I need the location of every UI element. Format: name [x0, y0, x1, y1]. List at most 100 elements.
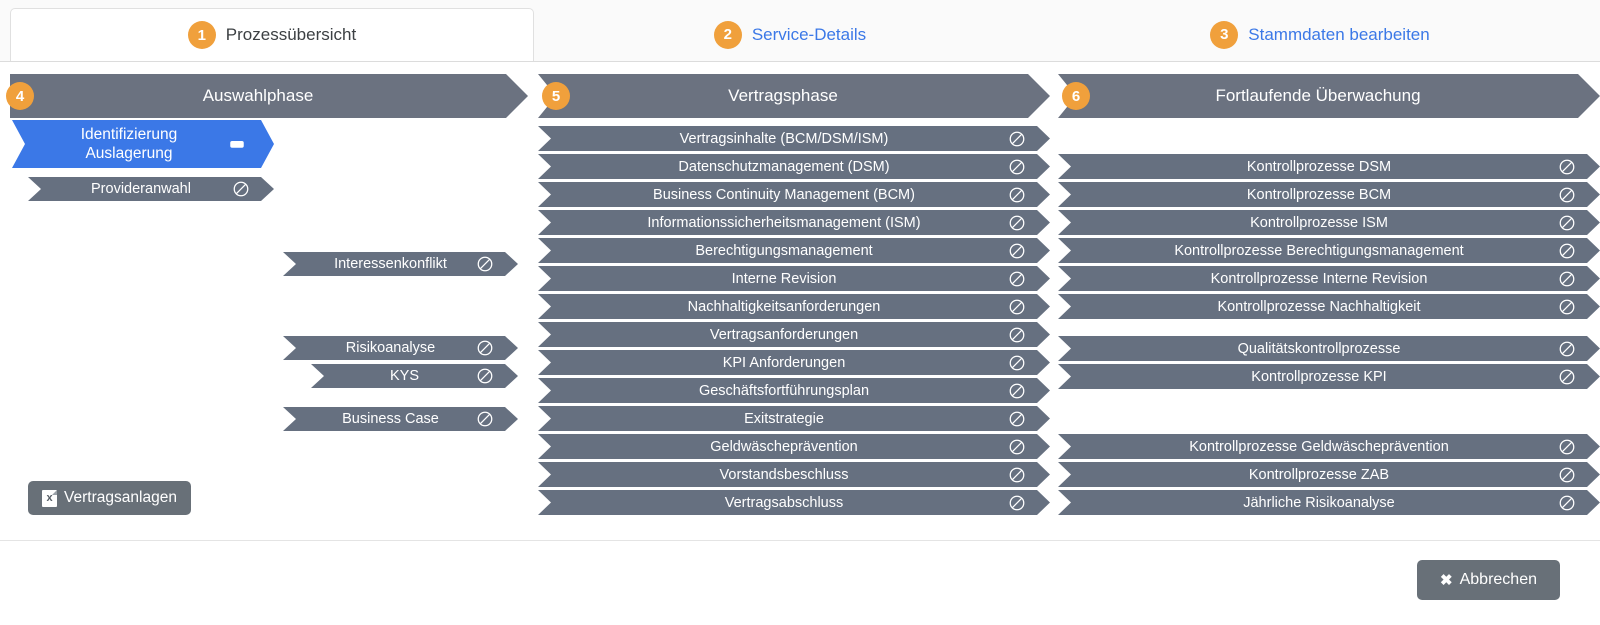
process-item-label: Interessenkonflikt	[334, 256, 447, 272]
process-item-kontrollprozesse-dsm[interactable]: Kontrollprozesse DSM	[1058, 154, 1600, 179]
phase-header-vertragsphase: Vertragsphase	[538, 74, 1050, 118]
process-item-kpi-anforderungen[interactable]: KPI Anforderungen	[538, 350, 1050, 375]
process-item-label: KPI Anforderungen	[722, 354, 846, 371]
phase-column-auswahlphase: Auswahlphase 4 Identifizierung Auslageru…	[0, 62, 530, 530]
blocked-icon	[1008, 186, 1026, 204]
process-item-risikoanalyse[interactable]: Risikoanalyse	[283, 336, 518, 360]
process-item-label: Geschäftsfortführungsplan	[698, 382, 870, 399]
blocked-icon	[1558, 494, 1576, 512]
process-item-kontrollprozesse-kpi[interactable]: Kontrollprozesse KPI	[1058, 364, 1600, 389]
tab-number-badge: 1	[187, 21, 216, 49]
phase-column-fortlaufende-ueberwachung: Fortlaufende Überwachung 6 Kontrollproze…	[1050, 62, 1600, 530]
process-item-kontrollprozesse-ism[interactable]: Kontrollprozesse ISM	[1058, 210, 1600, 235]
process-item-kontrollprozesse-nachhaltigkeit[interactable]: Kontrollprozesse Nachhaltigkeit	[1058, 294, 1600, 319]
blocked-icon	[1558, 368, 1576, 386]
process-item-label: Provideranwahl	[91, 181, 191, 197]
process-item-qualitaetskontrollprozesse[interactable]: Qualitätskontrollprozesse	[1058, 336, 1600, 361]
process-item-vertragsabschluss[interactable]: Vertragsabschluss	[538, 490, 1050, 515]
blocked-icon	[1008, 466, 1026, 484]
process-item-label: Vorstandsbeschluss	[719, 466, 849, 483]
blocked-icon	[1558, 466, 1576, 484]
process-item-identifizierung-auslagerung[interactable]: Identifizierung Auslagerung	[12, 120, 274, 168]
process-item-label: Vertragsabschluss	[724, 494, 844, 511]
process-item-vertragsinhalte-bcm-dsm-ism[interactable]: Vertragsinhalte (BCM/DSM/ISM)	[538, 126, 1050, 151]
blocked-icon	[1008, 326, 1026, 344]
process-item-label: Exitstrategie	[744, 410, 824, 427]
process-item-geschaeftsfortfuehrungsplan[interactable]: Geschäftsfortführungsplan	[538, 378, 1050, 403]
excel-file-icon	[42, 489, 58, 507]
blocked-icon	[1008, 130, 1026, 148]
blocked-icon	[1008, 270, 1026, 288]
tab-label: Stammdaten bearbeiten	[1248, 24, 1430, 44]
process-item-vertragsanforderungen[interactable]: Vertragsanforderungen	[538, 322, 1050, 347]
blocked-icon	[1008, 410, 1026, 428]
tab-number-badge: 3	[1210, 20, 1239, 49]
blocked-icon	[1008, 494, 1026, 512]
phase-header-fortlaufende-ueberwachung: Fortlaufende Überwachung	[1058, 74, 1600, 118]
process-item-geldwaeschepraevention[interactable]: Geldwäscheprävention	[538, 434, 1050, 459]
process-item-interne-revision[interactable]: Interne Revision	[538, 266, 1050, 291]
vertragsanlagen-button[interactable]: Vertragsanlagen	[28, 481, 191, 515]
process-item-label: Kontrollprozesse Interne Revision	[1210, 270, 1428, 287]
phase-column-vertragsphase: Vertragsphase 5 Vertragsinhalte (BCM/DSM…	[530, 62, 1050, 530]
blocked-icon	[1558, 298, 1576, 316]
phase-number-badge: 6	[1062, 82, 1090, 110]
process-item-business-continuity-management-bcm[interactable]: Business Continuity Management (BCM)	[538, 182, 1050, 207]
process-item-kontrollprozesse-geldwaeschepraevention[interactable]: Kontrollprozesse Geldwäscheprävention	[1058, 434, 1600, 459]
process-item-label: Kontrollprozesse DSM	[1246, 158, 1392, 175]
blocked-icon	[1558, 270, 1576, 288]
process-item-label: Geldwäscheprävention	[710, 438, 858, 455]
process-item-label: KYS	[389, 368, 419, 384]
tab-bar: 1 Prozessübersicht 2 Service-Details 3 S…	[0, 0, 1600, 62]
blocked-icon	[1558, 158, 1576, 176]
blocked-icon	[1008, 298, 1026, 316]
process-item-jaehrliche-risikoanalyse[interactable]: Jährliche Risikoanalyse	[1058, 490, 1600, 515]
process-item-informationssicherheitsmanagement-ism[interactable]: Informationssicherheitsmanagement (ISM)	[538, 210, 1050, 235]
process-item-datenschutzmanagement-dsm[interactable]: Datenschutzmanagement (DSM)	[538, 154, 1050, 179]
footer-divider	[0, 540, 1600, 541]
phase-title: Auswahlphase	[202, 86, 314, 105]
blocked-icon	[1008, 214, 1026, 232]
process-item-label: Informationssicherheitsmanagement (ISM)	[647, 214, 921, 231]
blocked-icon	[1008, 158, 1026, 176]
close-x-icon: ✖	[1440, 572, 1453, 589]
process-item-label: Jährliche Risikoanalyse	[1243, 494, 1395, 511]
process-item-label: Kontrollprozesse Nachhaltigkeit	[1217, 298, 1421, 315]
blocked-icon	[1008, 438, 1026, 456]
process-item-label: Kontrollprozesse ZAB	[1248, 466, 1390, 483]
tab-prozessuebersicht[interactable]: 1 Prozessübersicht	[10, 8, 534, 61]
process-item-exitstrategie[interactable]: Exitstrategie	[538, 406, 1050, 431]
process-item-interessenkonflikt[interactable]: Interessenkonflikt	[283, 252, 518, 276]
process-item-kontrollprozesse-interne-revision[interactable]: Kontrollprozesse Interne Revision	[1058, 266, 1600, 291]
process-item-kontrollprozesse-berechtigungsmanagement[interactable]: Kontrollprozesse Berechtigungsmanagement	[1058, 238, 1600, 263]
blocked-icon	[1558, 438, 1576, 456]
tab-label: Service-Details	[751, 24, 867, 44]
process-item-label: Vertragsanforderungen	[709, 326, 859, 343]
process-item-business-case[interactable]: Business Case	[283, 407, 518, 431]
process-item-label: Kontrollprozesse ISM	[1250, 214, 1388, 231]
cancel-button[interactable]: ✖ Abbrechen	[1417, 560, 1560, 600]
process-item-kontrollprozesse-bcm[interactable]: Kontrollprozesse BCM	[1058, 182, 1600, 207]
process-item-nachhaltigkeitsanforderungen[interactable]: Nachhaltigkeitsanforderungen	[538, 294, 1050, 319]
blocked-icon	[1558, 242, 1576, 260]
process-item-label: Identifizierung Auslagerung	[80, 125, 178, 162]
process-item-provideranwahl[interactable]: Provideranwahl	[28, 177, 274, 201]
process-item-label: Business Case	[342, 411, 439, 427]
blocked-icon	[1558, 214, 1576, 232]
process-item-label: Vertragsinhalte (BCM/DSM/ISM)	[679, 130, 889, 147]
tab-service-details[interactable]: 2 Service-Details	[540, 8, 1040, 61]
process-item-kys[interactable]: KYS	[311, 364, 518, 388]
phase-number-badge: 4	[6, 82, 34, 110]
blocked-icon	[1008, 382, 1026, 400]
process-item-label: Business Continuity Management (BCM)	[653, 186, 915, 203]
process-item-label: Berechtigungsmanagement	[695, 242, 873, 259]
process-item-kontrollprozesse-zab[interactable]: Kontrollprozesse ZAB	[1058, 462, 1600, 487]
blocked-icon	[1558, 340, 1576, 358]
process-item-label: Nachhaltigkeitsanforderungen	[687, 298, 881, 315]
vertragsanlagen-button-label: Vertragsanlagen	[64, 489, 177, 506]
process-item-label: Risikoanalyse	[345, 340, 436, 356]
tab-label: Prozessübersicht	[225, 25, 357, 44]
tab-stammdaten-bearbeiten[interactable]: 3 Stammdaten bearbeiten	[1070, 8, 1570, 61]
process-item-berechtigungsmanagement[interactable]: Berechtigungsmanagement	[538, 238, 1050, 263]
process-item-vorstandsbeschluss[interactable]: Vorstandsbeschluss	[538, 462, 1050, 487]
